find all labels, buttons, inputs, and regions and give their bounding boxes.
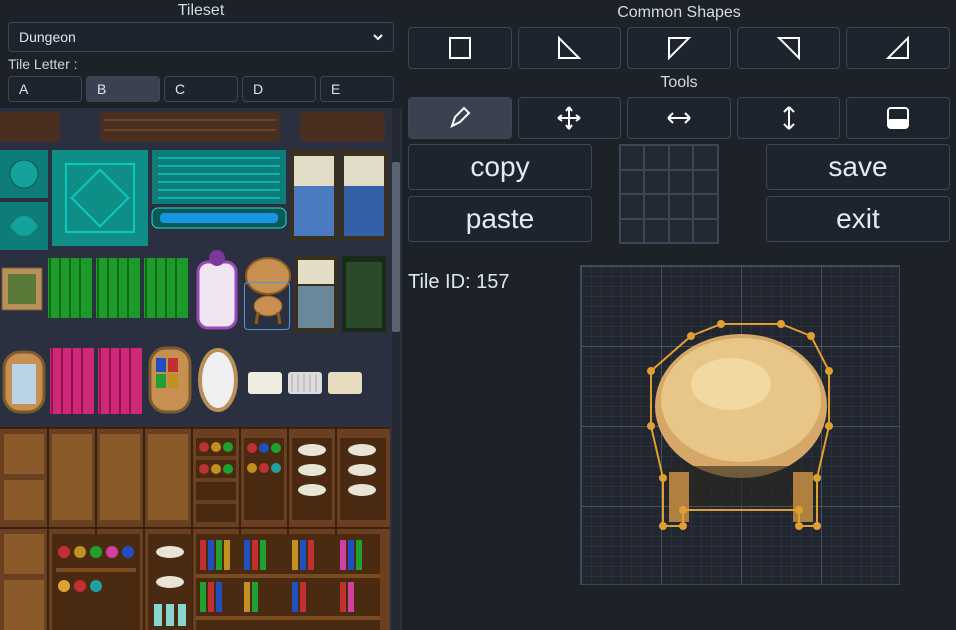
- copy-button[interactable]: copy: [408, 144, 592, 190]
- letter-btn-d[interactable]: D: [242, 76, 316, 102]
- tools-title: Tools: [408, 72, 950, 94]
- shape-square[interactable]: [408, 27, 512, 69]
- tools-row: [408, 97, 950, 139]
- letter-btn-c[interactable]: C: [164, 76, 238, 102]
- tileset-dropdown[interactable]: Dungeon: [8, 22, 394, 52]
- tile-id-label: Tile ID: 157: [408, 271, 510, 294]
- tool-mirror-v[interactable]: [737, 97, 841, 139]
- tile-grid-preview[interactable]: [619, 144, 719, 244]
- tileset-grid[interactable]: [0, 108, 402, 630]
- letter-btn-e[interactable]: E: [320, 76, 394, 102]
- common-shapes-title: Common Shapes: [408, 2, 950, 24]
- chevron-down-icon: [373, 29, 383, 45]
- shape-triangle-br[interactable]: [846, 27, 950, 69]
- common-shapes-row: [408, 27, 950, 69]
- tileset-dropdown-value: Dungeon: [19, 29, 76, 45]
- letter-btn-b[interactable]: B: [86, 76, 160, 102]
- tileset-scrollbar[interactable]: [392, 108, 400, 630]
- tool-draw[interactable]: [408, 97, 512, 139]
- action-buttons: copy paste save exit: [408, 144, 950, 244]
- tileset-canvas[interactable]: [0, 108, 390, 630]
- editor-panel: Common Shapes Tools: [402, 0, 956, 630]
- shape-triangle-tr[interactable]: [737, 27, 841, 69]
- tile-letter-label: Tile Letter :: [8, 56, 394, 72]
- paste-button[interactable]: paste: [408, 196, 592, 242]
- letter-btn-a[interactable]: A: [8, 76, 82, 102]
- scrollbar-thumb[interactable]: [392, 162, 400, 332]
- save-button[interactable]: save: [766, 144, 950, 190]
- tool-move[interactable]: [518, 97, 622, 139]
- collision-editor[interactable]: [580, 265, 900, 585]
- tile-letter-row: A B C D E: [8, 76, 394, 102]
- tool-half-fill[interactable]: [846, 97, 950, 139]
- shape-triangle-tl[interactable]: [627, 27, 731, 69]
- shape-triangle-bl[interactable]: [518, 27, 622, 69]
- exit-button[interactable]: exit: [766, 196, 950, 242]
- tool-mirror-h[interactable]: [627, 97, 731, 139]
- tileset-title: Tileset: [0, 0, 402, 22]
- tileset-panel: Tileset Dungeon Tile Letter : A B C D E: [0, 0, 402, 630]
